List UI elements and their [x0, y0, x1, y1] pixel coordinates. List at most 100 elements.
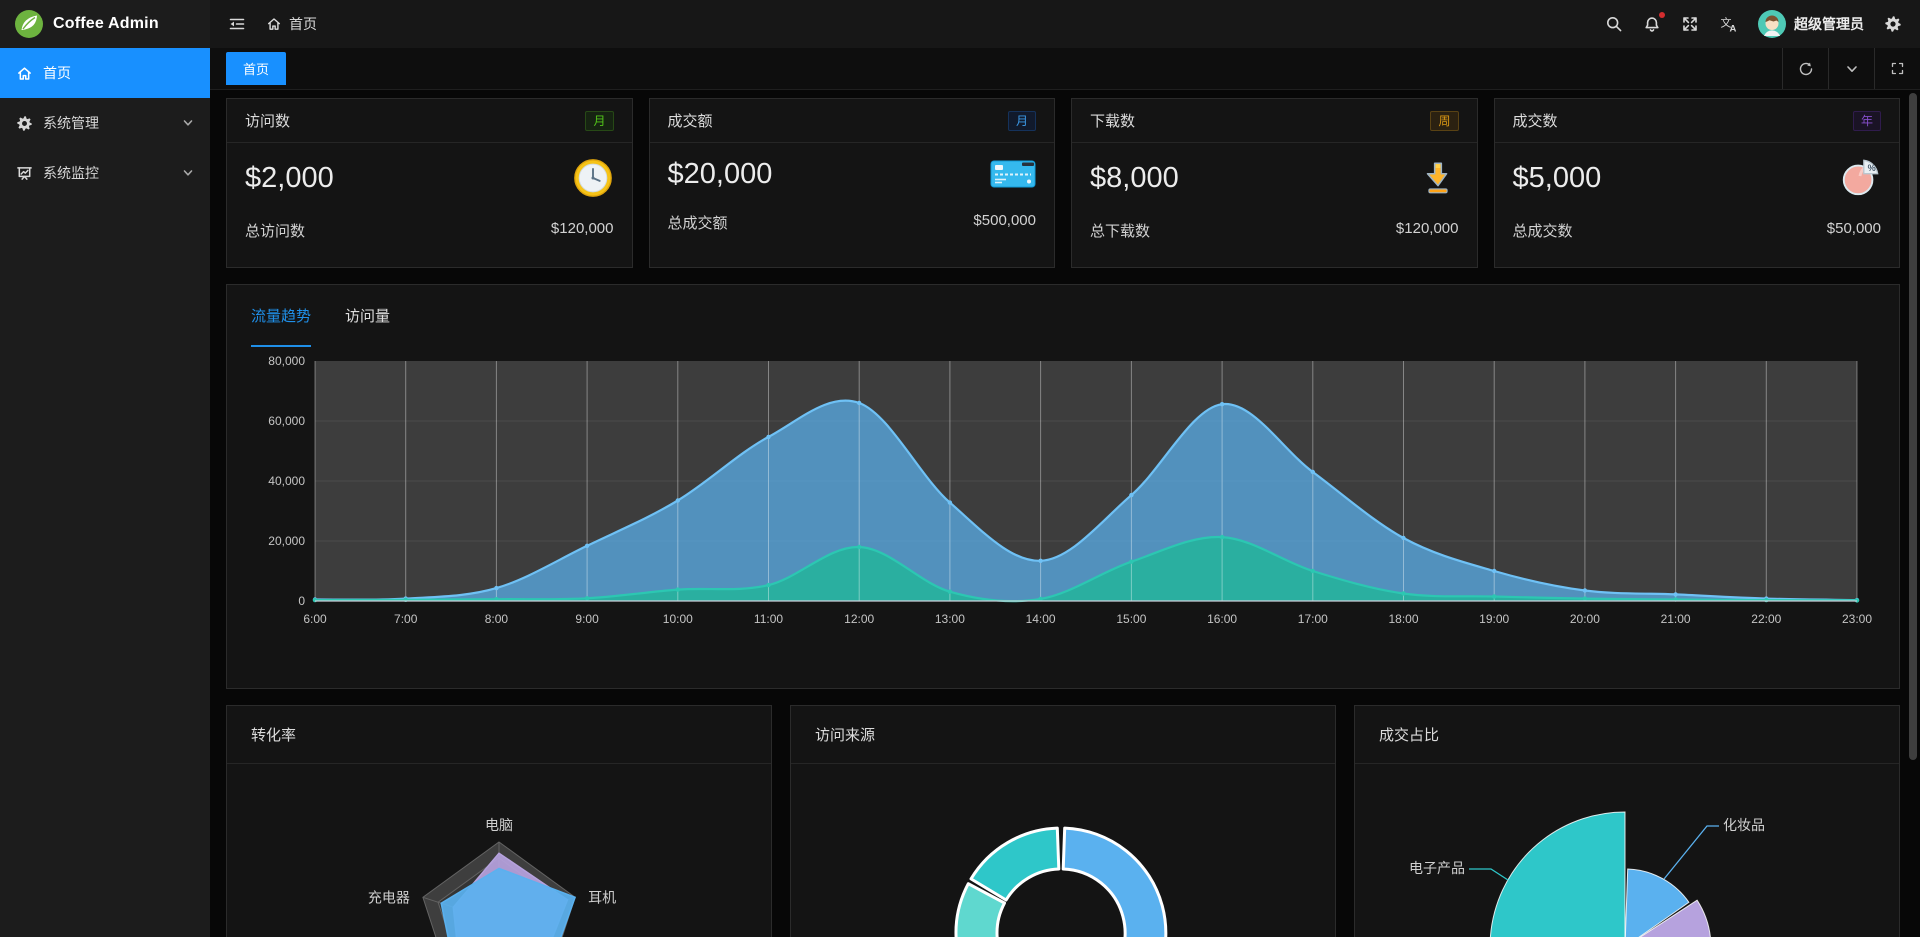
- stat-footer-label: 总下载数: [1090, 220, 1150, 241]
- user-menu[interactable]: 超级管理员: [1758, 10, 1864, 38]
- main-column: 首页: [210, 0, 1920, 937]
- stat-title: 成交额: [668, 110, 713, 131]
- stat-value: $2,000: [245, 162, 334, 195]
- sidebar-item-home[interactable]: 首页: [0, 48, 210, 98]
- monitor-icon: [16, 165, 33, 182]
- tab-visit-volume[interactable]: 访问量: [345, 285, 390, 347]
- svg-text:20:00: 20:00: [1570, 612, 1600, 626]
- svg-text:充电器: 充电器: [368, 889, 410, 905]
- svg-text:15:00: 15:00: [1116, 612, 1146, 626]
- stat-title: 访问数: [245, 110, 290, 131]
- maximize-icon[interactable]: [1874, 48, 1920, 89]
- panel-title: 访问来源: [791, 706, 1335, 764]
- panel-title: 成交占比: [1355, 706, 1899, 764]
- stat-card-deals: 成交数 年 $5,000 %: [1494, 98, 1901, 268]
- stat-footer-label: 总成交数: [1513, 220, 1573, 241]
- stat-card-row: 访问数 月 $2,000: [226, 98, 1900, 268]
- svg-text:22:00: 22:00: [1751, 612, 1781, 626]
- notification-dot: [1659, 12, 1665, 18]
- svg-text:19:00: 19:00: [1479, 612, 1509, 626]
- home-icon: [16, 65, 33, 82]
- chevron-down-icon: [182, 167, 194, 179]
- stat-title: 成交数: [1513, 110, 1558, 131]
- svg-text:13:00: 13:00: [935, 612, 965, 626]
- refresh-icon[interactable]: [1782, 48, 1828, 89]
- period-badge: 月: [1008, 111, 1036, 131]
- svg-text:8:00: 8:00: [485, 612, 509, 626]
- sidebar-item-label: 系统监控: [43, 163, 99, 183]
- donut-chart: [791, 764, 1335, 937]
- stat-card-visits: 访问数 月 $2,000: [226, 98, 633, 268]
- stat-footer-value: $50,000: [1827, 220, 1881, 241]
- fullscreen-icon[interactable]: [1681, 15, 1699, 33]
- period-badge: 月: [585, 111, 613, 131]
- tab-tools: [1782, 48, 1920, 89]
- svg-text:21:00: 21:00: [1661, 612, 1691, 626]
- translate-icon[interactable]: 文 A: [1719, 15, 1738, 33]
- app-title: Coffee Admin: [53, 15, 159, 33]
- svg-text:7:00: 7:00: [394, 612, 418, 626]
- svg-text:A: A: [1730, 24, 1737, 34]
- conversion-rate-card: 转化率 电脑耳机 充电器: [226, 705, 772, 937]
- app-logo: Coffee Admin: [0, 0, 210, 48]
- tab-traffic-trend[interactable]: 流量趋势: [251, 285, 311, 347]
- download-icon: [1417, 157, 1459, 199]
- clock-icon: [572, 157, 614, 199]
- chevron-down-icon[interactable]: [1828, 48, 1874, 89]
- bell-icon[interactable]: [1643, 15, 1661, 33]
- search-icon[interactable]: [1605, 15, 1623, 33]
- svg-text:电子产品: 电子产品: [1409, 860, 1465, 876]
- app-root: Coffee Admin 首页 系统管理: [0, 0, 1920, 937]
- trend-tabs: 流量趋势 访问量: [227, 285, 1899, 347]
- gear-icon: [16, 115, 33, 132]
- deal-share-card: 成交占比 电子产品 化妆品: [1354, 705, 1900, 937]
- pie-chart: 电子产品 化妆品: [1355, 764, 1899, 937]
- stat-footer-value: $120,000: [1396, 220, 1459, 241]
- chevron-down-icon: [182, 117, 194, 129]
- menu-fold-icon[interactable]: [228, 15, 246, 33]
- area-chart: 020,00040,00060,00080,0006:007:008:009:0…: [227, 347, 1899, 647]
- svg-text:9:00: 9:00: [575, 612, 599, 626]
- breadcrumb-label: 首页: [289, 14, 317, 34]
- tabbar: 首页: [210, 48, 1920, 90]
- stat-card-downloads: 下载数 周 $8,000: [1071, 98, 1478, 268]
- svg-text:耳机: 耳机: [588, 889, 616, 905]
- leaf-logo-icon: [14, 9, 44, 39]
- svg-text:23:00: 23:00: [1842, 612, 1872, 626]
- svg-text:%: %: [1868, 163, 1876, 173]
- svg-text:化妆品: 化妆品: [1723, 817, 1765, 833]
- period-badge: 年: [1853, 111, 1881, 131]
- stat-title: 下载数: [1090, 110, 1135, 131]
- svg-text:0: 0: [298, 594, 305, 608]
- svg-text:11:00: 11:00: [754, 612, 783, 626]
- stat-value: $5,000: [1513, 162, 1602, 195]
- home-icon: [266, 16, 282, 32]
- sidebar: Coffee Admin 首页 系统管理: [0, 0, 210, 937]
- sidebar-item-system-monitor[interactable]: 系统监控: [0, 148, 210, 198]
- svg-text:80,000: 80,000: [268, 354, 305, 368]
- svg-text:14:00: 14:00: [1026, 612, 1056, 626]
- tab-home[interactable]: 首页: [226, 52, 286, 85]
- sidebar-item-label: 系统管理: [43, 113, 99, 133]
- stat-footer-label: 总访问数: [245, 220, 305, 241]
- sidebar-item-system-management[interactable]: 系统管理: [0, 98, 210, 148]
- panel-title: 转化率: [227, 706, 771, 764]
- svg-text:电脑: 电脑: [485, 817, 513, 833]
- breadcrumb[interactable]: 首页: [266, 14, 317, 34]
- svg-text:10:00: 10:00: [663, 612, 693, 626]
- stat-footer-label: 总成交额: [668, 212, 728, 233]
- svg-text:17:00: 17:00: [1298, 612, 1328, 626]
- stat-footer-value: $120,000: [551, 220, 614, 241]
- topbar: 首页: [210, 0, 1920, 48]
- credit-card-icon: [990, 157, 1036, 191]
- stat-card-turnover: 成交额 月 $20,000: [649, 98, 1056, 268]
- svg-text:60,000: 60,000: [268, 414, 305, 428]
- sidebar-menu: 首页 系统管理 系统监控: [0, 48, 210, 198]
- visit-source-card: 访问来源: [790, 705, 1336, 937]
- bottom-card-row: 转化率 电脑耳机 充电器 访问来源 成交占比 电子产品 化妆品: [226, 705, 1900, 937]
- stat-value: $8,000: [1090, 162, 1179, 195]
- period-badge: 周: [1430, 111, 1458, 131]
- trend-card: 流量趋势 访问量 020,00040,00060,00080,0006:007:…: [226, 284, 1900, 689]
- settings-gear-icon[interactable]: [1884, 15, 1902, 33]
- vertical-scrollbar-thumb[interactable]: [1909, 93, 1917, 760]
